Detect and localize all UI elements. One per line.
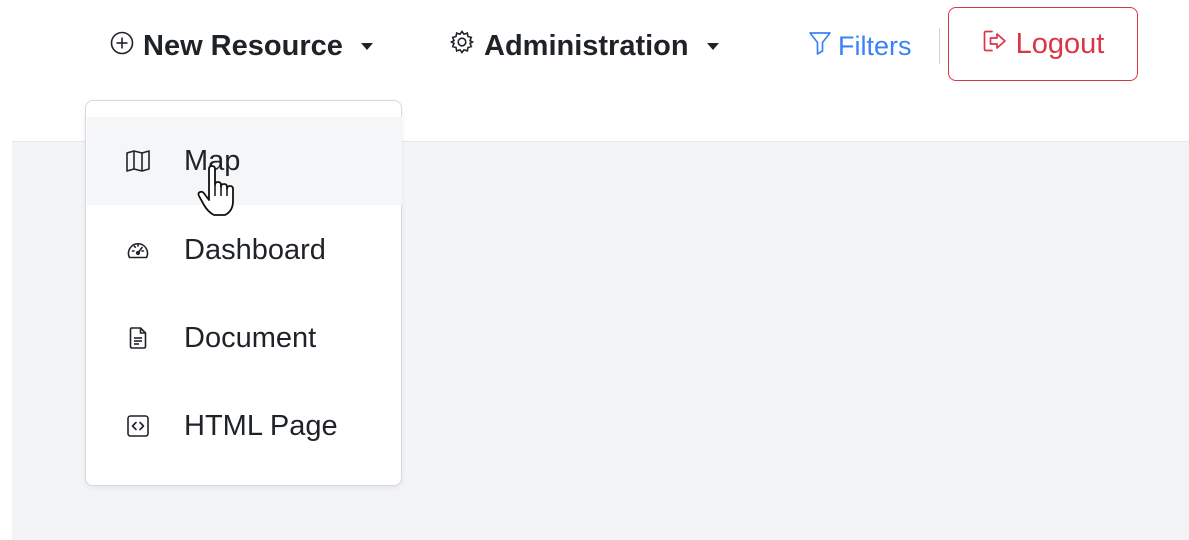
dropdown-item-label: HTML Page <box>184 409 338 442</box>
dropdown-item-html-page[interactable]: HTML Page <box>87 382 402 470</box>
caret-down-icon <box>360 42 373 50</box>
new-resource-menu[interactable]: New Resource <box>110 26 373 66</box>
dropdown-item-map[interactable]: Map <box>87 117 402 205</box>
logout-button[interactable]: Logout <box>948 7 1138 81</box>
logout-label: Logout <box>1015 27 1105 60</box>
dropdown-item-document[interactable]: Document <box>87 294 402 382</box>
nav-divider <box>939 28 940 64</box>
map-icon <box>124 147 152 175</box>
dropdown-item-label: Document <box>184 321 317 354</box>
new-resource-label: New Resource <box>143 29 343 62</box>
filters-label: Filters <box>838 30 912 61</box>
document-icon <box>124 324 152 352</box>
filters-button[interactable]: Filters <box>808 26 912 66</box>
administration-menu[interactable]: Administration <box>449 26 719 66</box>
administration-label: Administration <box>484 29 689 62</box>
dropdown-item-label: Map <box>184 144 241 177</box>
caret-down-icon <box>706 42 719 50</box>
plus-circle-icon <box>110 30 134 63</box>
logout-icon <box>982 28 1008 61</box>
dropdown-item-dashboard[interactable]: Dashboard <box>87 206 402 294</box>
new-resource-dropdown: Map Dashboard Document HTML Page <box>85 100 402 486</box>
filter-icon <box>808 30 832 63</box>
dashboard-gauge-icon <box>124 236 152 264</box>
gear-icon <box>449 29 475 63</box>
dropdown-item-label: Dashboard <box>184 233 326 266</box>
page: New Resource Administration Filters Logo… <box>0 0 1189 540</box>
code-brackets-icon <box>124 412 152 440</box>
